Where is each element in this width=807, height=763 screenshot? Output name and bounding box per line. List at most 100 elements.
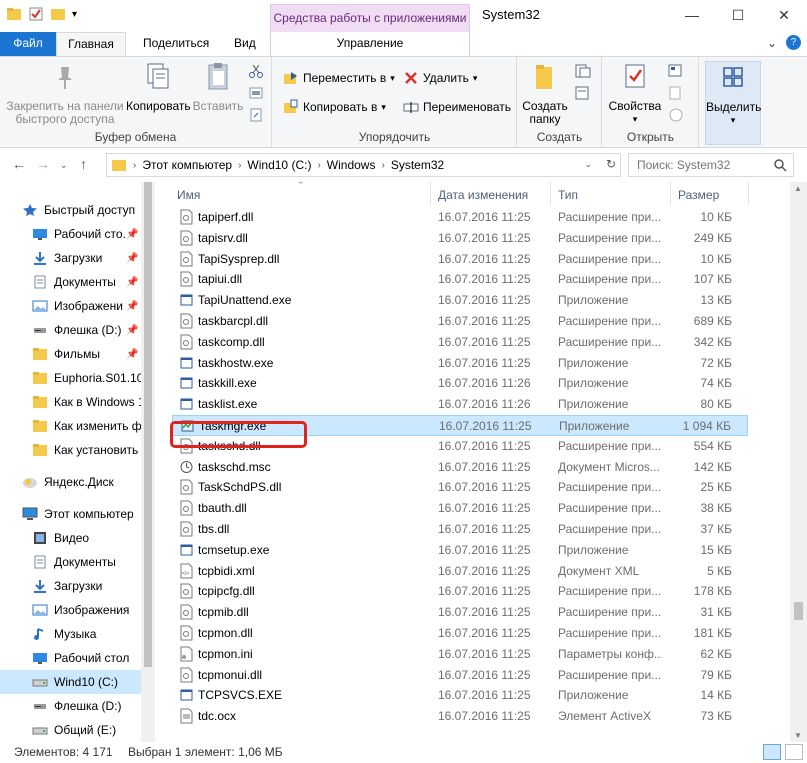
tab-share[interactable]: Поделиться bbox=[133, 32, 219, 56]
tab-file[interactable]: Файл bbox=[0, 32, 56, 56]
breadcrumb-separator-icon[interactable]: › bbox=[238, 160, 241, 171]
new-item-icon[interactable] bbox=[574, 63, 592, 79]
easy-access-icon[interactable] bbox=[574, 85, 592, 101]
help-icon[interactable]: ? bbox=[786, 35, 801, 50]
file-row[interactable]: tcpipcfg.dll 16.07.2016 11:25 Расширение п… bbox=[172, 581, 748, 602]
copy-to-button[interactable]: Копировать в ▾ bbox=[283, 99, 386, 115]
open-icon[interactable] bbox=[667, 63, 691, 79]
tab-manage[interactable]: Управление bbox=[270, 32, 470, 56]
column-divider[interactable] bbox=[430, 182, 431, 206]
cut-icon[interactable] bbox=[248, 63, 264, 79]
copy-path-icon[interactable] bbox=[248, 85, 264, 101]
file-list-scrollbar[interactable]: ▲ ▼ bbox=[790, 182, 807, 742]
search-icon[interactable] bbox=[773, 158, 787, 172]
file-row[interactable]: </> tcpbidi.xml 16.07.2016 11:25 Документ X… bbox=[172, 561, 748, 582]
address-dropdown-icon[interactable]: ⌄ bbox=[584, 159, 592, 170]
nav-item[interactable]: Wind10 (C:) bbox=[0, 670, 141, 694]
file-row[interactable]: tapiui.dll 16.07.2016 11:25 Расширение при… bbox=[172, 269, 748, 290]
nav-item[interactable]: Загрузки bbox=[0, 574, 141, 598]
file-row[interactable]: tbs.dll 16.07.2016 11:25 Расширение при...… bbox=[172, 519, 748, 540]
pin-quick-access-button[interactable]: Закрепить на панели быстрого доступа bbox=[4, 61, 126, 126]
file-row[interactable]: taskcomp.dll 16.07.2016 11:25 Расширение п… bbox=[172, 332, 748, 353]
delete-button[interactable]: Удалить ▾ bbox=[403, 70, 477, 86]
nav-item[interactable]: Рабочий сто. 📌 bbox=[0, 222, 141, 246]
properties-check-icon[interactable] bbox=[28, 6, 44, 22]
paste-button[interactable]: Вставить bbox=[192, 61, 244, 113]
up-arrow-icon[interactable]: ↑ bbox=[80, 156, 87, 172]
folder-icon[interactable] bbox=[6, 6, 22, 22]
file-row[interactable]: tcmsetup.exe 16.07.2016 11:25 Приложение 15… bbox=[172, 540, 748, 561]
recent-locations-chevron-icon[interactable]: ⌄ bbox=[60, 160, 68, 171]
file-row[interactable]: tcpmon.dll 16.07.2016 11:25 Расширение при… bbox=[172, 623, 748, 644]
nav-scrollbar[interactable] bbox=[141, 182, 155, 742]
nav-item[interactable]: Флешка (D:) bbox=[0, 694, 141, 718]
paste-shortcut-icon[interactable] bbox=[248, 107, 264, 123]
scroll-up-icon[interactable]: ▲ bbox=[794, 184, 802, 193]
nav-item[interactable]: Euphoria.S01.108 bbox=[0, 366, 150, 390]
properties-button[interactable]: Свойства ▾ bbox=[607, 61, 663, 126]
history-icon[interactable] bbox=[667, 107, 685, 123]
file-row[interactable]: tapiperf.dll 16.07.2016 11:25 Расширение п… bbox=[172, 207, 748, 228]
file-row[interactable]: TaskSchdPS.dll 16.07.2016 11:25 Расширение… bbox=[172, 477, 748, 498]
file-row[interactable]: tasklist.exe 16.07.2016 11:26 Приложение 80… bbox=[172, 394, 748, 415]
file-row[interactable]: TCPSVCS.EXE 16.07.2016 11:25 Приложение 14 … bbox=[172, 685, 748, 706]
breadcrumb-this-pc[interactable]: Этот компьютер bbox=[142, 158, 232, 172]
column-divider[interactable] bbox=[670, 182, 671, 206]
select-button[interactable]: Выделить ▾ bbox=[705, 61, 761, 145]
column-divider[interactable] bbox=[550, 182, 551, 206]
details-view-icon[interactable] bbox=[763, 744, 781, 760]
column-header-type[interactable]: Тип bbox=[558, 188, 578, 202]
file-row[interactable]: taskschd.msc 16.07.2016 11:25 Документ Mic… bbox=[172, 457, 748, 478]
breadcrumb-drive-c[interactable]: Wind10 (C:) bbox=[247, 158, 311, 172]
file-row[interactable]: tdc.ocx 16.07.2016 11:25 Элемент ActiveX 73… bbox=[172, 706, 748, 727]
close-button[interactable]: ✕ bbox=[761, 0, 807, 30]
collapse-ribbon-icon[interactable]: ⌄ bbox=[767, 36, 777, 50]
nav-item[interactable]: Флешка (D:) 📌 bbox=[0, 318, 141, 342]
nav-item[interactable]: Этот компьютер bbox=[0, 502, 141, 526]
file-row[interactable]: taskkill.exe 16.07.2016 11:26 Приложение 74… bbox=[172, 373, 748, 394]
minimize-button[interactable]: — bbox=[669, 0, 715, 30]
nav-item[interactable]: Как установить bbox=[0, 438, 141, 462]
new-folder-icon[interactable] bbox=[50, 6, 66, 22]
move-to-button[interactable]: Переместить в ▾ bbox=[283, 70, 395, 86]
nav-item[interactable]: Музыка bbox=[0, 622, 141, 646]
search-box[interactable] bbox=[628, 153, 794, 177]
copy-button[interactable]: Копировать bbox=[126, 61, 191, 113]
new-folder-button[interactable]: Создать папку bbox=[522, 61, 568, 126]
file-row[interactable]: tcpmib.dll 16.07.2016 11:25 Расширение при… bbox=[172, 602, 748, 623]
nav-item[interactable]: Документы 📌 bbox=[0, 270, 141, 294]
file-row[interactable]: taskbarcpl.dll 16.07.2016 11:25 Расширение… bbox=[172, 311, 748, 332]
tab-view[interactable]: Вид bbox=[224, 32, 266, 56]
rename-button[interactable]: Переименовать bbox=[403, 99, 511, 115]
file-row[interactable]: taskhostw.exe 16.07.2016 11:25 Приложение 7… bbox=[172, 353, 748, 374]
search-input[interactable] bbox=[637, 158, 767, 172]
nav-item[interactable]: Быстрый доступ bbox=[0, 198, 141, 222]
file-row[interactable]: TapiUnattend.exe 16.07.2016 11:25 Приложен… bbox=[172, 290, 748, 311]
forward-arrow-icon[interactable]: → bbox=[36, 156, 50, 172]
scroll-down-icon[interactable]: ▼ bbox=[794, 731, 802, 740]
breadcrumb-windows[interactable]: Windows bbox=[327, 158, 376, 172]
file-row[interactable]: tbauth.dll 16.07.2016 11:25 Расширение при… bbox=[172, 498, 748, 519]
nav-item[interactable]: Документы bbox=[0, 550, 141, 574]
breadcrumb-system32[interactable]: System32 bbox=[391, 158, 444, 172]
refresh-icon[interactable]: ↻ bbox=[606, 157, 616, 171]
nav-item[interactable]: Загрузки 📌 bbox=[0, 246, 141, 270]
breadcrumb-separator-icon[interactable]: › bbox=[317, 160, 320, 171]
maximize-button[interactable]: ☐ bbox=[715, 0, 761, 30]
edit-icon[interactable] bbox=[667, 85, 685, 101]
nav-item[interactable]: Как в Windows 1 bbox=[0, 390, 145, 414]
nav-item[interactable]: Рабочий стол bbox=[0, 646, 141, 670]
breadcrumb-separator-icon[interactable]: › bbox=[381, 160, 384, 171]
column-header-date[interactable]: Дата изменения bbox=[438, 188, 528, 202]
qat-dropdown-icon[interactable]: ▾ bbox=[72, 9, 77, 20]
nav-item[interactable]: Изображения bbox=[0, 598, 141, 622]
nav-item[interactable]: Яндекс.Диск bbox=[0, 470, 141, 494]
file-row[interactable]: tapisrv.dll 16.07.2016 11:25 Расширение пр… bbox=[172, 228, 748, 249]
breadcrumb-separator-icon[interactable]: › bbox=[133, 160, 136, 171]
column-header-name[interactable]: Имя bbox=[177, 188, 200, 202]
column-divider[interactable] bbox=[748, 182, 749, 206]
nav-item[interactable]: Общий (E:) bbox=[0, 718, 141, 742]
nav-item[interactable]: Видео bbox=[0, 526, 141, 550]
file-list-scrollbar-thumb[interactable] bbox=[794, 602, 803, 620]
nav-item[interactable]: Фильмы 📌 bbox=[0, 342, 141, 366]
